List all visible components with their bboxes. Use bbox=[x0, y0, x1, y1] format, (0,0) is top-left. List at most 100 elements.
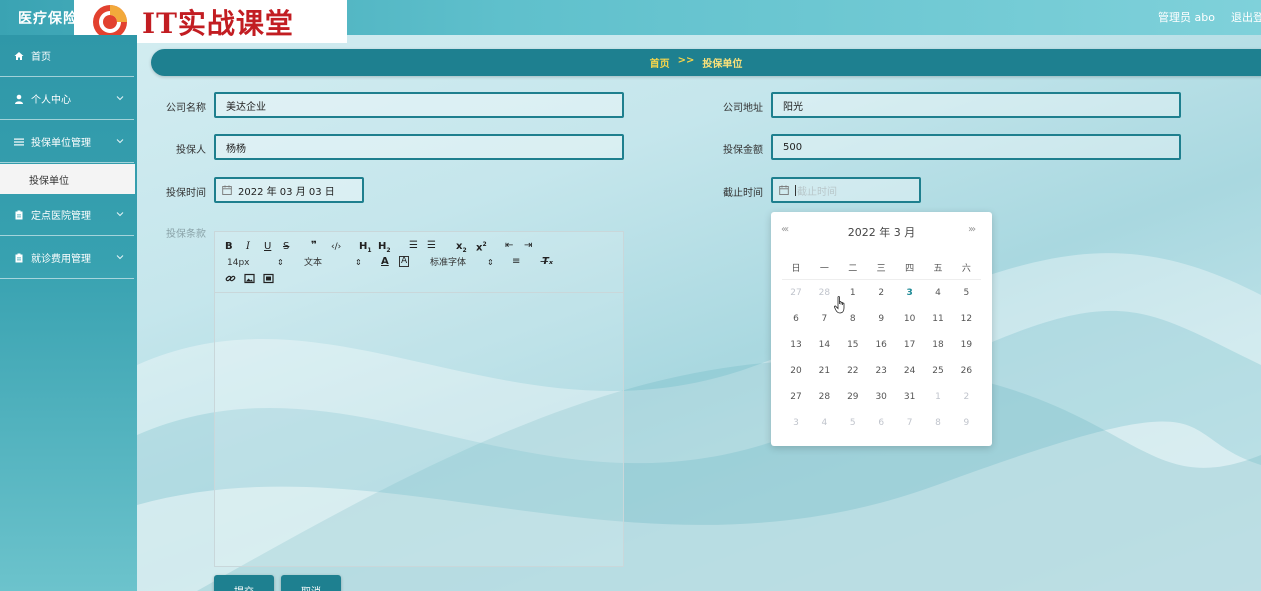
submit-button[interactable]: 提交 bbox=[214, 575, 274, 591]
subscript-icon[interactable]: x2 bbox=[456, 241, 467, 257]
video-icon[interactable] bbox=[263, 273, 274, 284]
superscript-icon[interactable]: x2 bbox=[476, 239, 487, 254]
calendar-day[interactable]: 6 bbox=[867, 410, 895, 436]
insured-amount-label: 投保金额 bbox=[723, 145, 763, 156]
end-time-datepicker[interactable]: 截止时间 bbox=[771, 177, 921, 203]
calendar-day[interactable]: 18 bbox=[924, 332, 952, 358]
sidebar-item-insured-unit-mgmt[interactable]: 投保单位管理 bbox=[0, 121, 134, 163]
indent-icon[interactable]: ⇥ bbox=[524, 240, 532, 252]
chevron-down-icon bbox=[116, 96, 124, 101]
calendar-day[interactable]: 1 bbox=[924, 384, 952, 410]
logout-link[interactable]: 退出登 bbox=[1231, 9, 1261, 25]
next-year-month-nav[interactable]: ›» bbox=[968, 224, 976, 235]
image-icon[interactable] bbox=[244, 273, 255, 284]
sidebar-item-label: 定点医院管理 bbox=[31, 211, 91, 222]
calendar-day[interactable]: 2 bbox=[867, 280, 895, 306]
sidebar-subitem-insured-unit[interactable]: 投保单位 bbox=[0, 164, 135, 194]
insure-time-datepicker[interactable]: 2022 年 03 月 03 日 bbox=[214, 177, 364, 203]
calendar-day[interactable]: 3 bbox=[896, 280, 924, 306]
calendar-day[interactable]: 24 bbox=[896, 358, 924, 384]
calendar-day[interactable]: 23 bbox=[867, 358, 895, 384]
end-time-label: 截止时间 bbox=[723, 188, 763, 199]
calendar-day[interactable]: 26 bbox=[952, 358, 980, 384]
calendar-day[interactable]: 2 bbox=[952, 384, 980, 410]
calendar-day[interactable]: 12 bbox=[952, 306, 980, 332]
italic-icon[interactable]: I bbox=[246, 241, 250, 253]
strikethrough-icon[interactable]: S bbox=[283, 241, 289, 253]
calendar-day[interactable]: 6 bbox=[782, 306, 810, 332]
calendar-day[interactable]: 10 bbox=[896, 306, 924, 332]
calendar-day[interactable]: 21 bbox=[810, 358, 838, 384]
calendar-icon bbox=[779, 185, 789, 195]
text-type-select[interactable]: 文本 bbox=[304, 257, 322, 269]
header1-icon[interactable]: H1 bbox=[359, 241, 372, 257]
insured-amount-input[interactable]: 500 bbox=[771, 134, 1181, 160]
breadcrumb-home[interactable]: 首页 bbox=[650, 55, 670, 70]
sidebar-item-label: 就诊费用管理 bbox=[31, 254, 91, 265]
calendar-day[interactable]: 16 bbox=[867, 332, 895, 358]
calendar-day[interactable]: 3 bbox=[782, 410, 810, 436]
code-icon[interactable]: ‹/› bbox=[331, 241, 341, 253]
sidebar-item-label: 首页 bbox=[31, 52, 51, 63]
chevron-down-icon bbox=[116, 212, 124, 217]
calendar-day[interactable]: 25 bbox=[924, 358, 952, 384]
align-icon[interactable]: ≡ bbox=[512, 256, 520, 268]
hand-cursor-icon bbox=[834, 296, 845, 314]
insurer-input[interactable]: 杨杨 bbox=[214, 134, 624, 160]
calendar-day[interactable]: 8 bbox=[924, 410, 952, 436]
outdent-icon[interactable]: ⇤ bbox=[505, 240, 513, 252]
bullet-list-icon[interactable]: ☰ bbox=[427, 240, 436, 252]
user-icon bbox=[15, 94, 23, 104]
calendar-day[interactable]: 30 bbox=[867, 384, 895, 410]
terms-label: 投保条款 bbox=[166, 229, 206, 240]
font-family-select[interactable]: 标准字体 bbox=[430, 257, 466, 269]
underline-icon[interactable]: U bbox=[264, 241, 271, 253]
calendar-day[interactable]: 20 bbox=[782, 358, 810, 384]
calendar-day[interactable]: 17 bbox=[896, 332, 924, 358]
calendar-day[interactable]: 9 bbox=[867, 306, 895, 332]
calendar-day[interactable]: 5 bbox=[839, 410, 867, 436]
calendar-day[interactable]: 11 bbox=[924, 306, 952, 332]
calendar-day[interactable]: 19 bbox=[952, 332, 980, 358]
sidebar-item-medical-cost-mgmt[interactable]: 就诊费用管理 bbox=[0, 237, 134, 279]
font-color-icon[interactable]: A bbox=[381, 256, 389, 268]
font-size-select[interactable]: 14px bbox=[227, 257, 250, 269]
calendar-day[interactable]: 27 bbox=[782, 280, 810, 306]
calendar-day[interactable]: 31 bbox=[896, 384, 924, 410]
watermark-text: IT实战课堂 bbox=[142, 6, 294, 40]
calendar-day[interactable]: 29 bbox=[839, 384, 867, 410]
calendar-weekday: 四 bbox=[905, 263, 915, 274]
calendar-day[interactable]: 28 bbox=[810, 384, 838, 410]
calendar-week-row: 3456789 bbox=[782, 410, 981, 436]
link-icon[interactable] bbox=[225, 273, 236, 284]
company-address-input[interactable]: 阳光 bbox=[771, 92, 1181, 118]
calendar-day[interactable]: 13 bbox=[782, 332, 810, 358]
sidebar-item-personal-center[interactable]: 个人中心 bbox=[0, 78, 134, 120]
terms-rich-text-editor: B I U S ❞ ‹/› H1 H2 ☰ ☰ x2 x2 ⇤ ⇥ 14px ⇕… bbox=[214, 231, 624, 567]
calendar-title: 2022 年 3 月 bbox=[847, 226, 916, 239]
calendar-week-row: 13 14 15 16 17 18 19 bbox=[782, 332, 981, 358]
cancel-button[interactable]: 取消 bbox=[281, 575, 341, 591]
sidebar-item-hospital-mgmt[interactable]: 定点医院管理 bbox=[0, 194, 134, 236]
background-color-icon[interactable]: A bbox=[399, 256, 410, 267]
company-name-input[interactable]: 美达企业 bbox=[214, 92, 624, 118]
calendar-day[interactable]: 22 bbox=[839, 358, 867, 384]
bold-icon[interactable]: B bbox=[225, 241, 233, 253]
calendar-day[interactable]: 4 bbox=[924, 280, 952, 306]
calendar-week-row: 27 28 1 2 3 4 5 bbox=[782, 280, 981, 306]
sidebar-item-label: 个人中心 bbox=[31, 95, 71, 106]
header2-icon[interactable]: H2 bbox=[378, 241, 391, 257]
calendar-day[interactable]: 4 bbox=[810, 410, 838, 436]
calendar-day[interactable]: 7 bbox=[896, 410, 924, 436]
calendar-day[interactable]: 27 bbox=[782, 384, 810, 410]
calendar-day[interactable]: 14 bbox=[810, 332, 838, 358]
calendar-day[interactable]: 5 bbox=[952, 280, 980, 306]
clear-format-icon[interactable]: T̶ₓ bbox=[542, 256, 553, 268]
blockquote-icon[interactable]: ❞ bbox=[311, 240, 317, 252]
sidebar-item-home[interactable]: 首页 bbox=[0, 35, 134, 77]
calendar-day[interactable]: 9 bbox=[952, 410, 980, 436]
current-user[interactable]: 管理员 abo bbox=[1158, 9, 1215, 25]
calendar-day[interactable]: 15 bbox=[839, 332, 867, 358]
ordered-list-icon[interactable]: ☰ bbox=[409, 240, 418, 252]
calendar-weekday: 一 bbox=[819, 263, 829, 274]
